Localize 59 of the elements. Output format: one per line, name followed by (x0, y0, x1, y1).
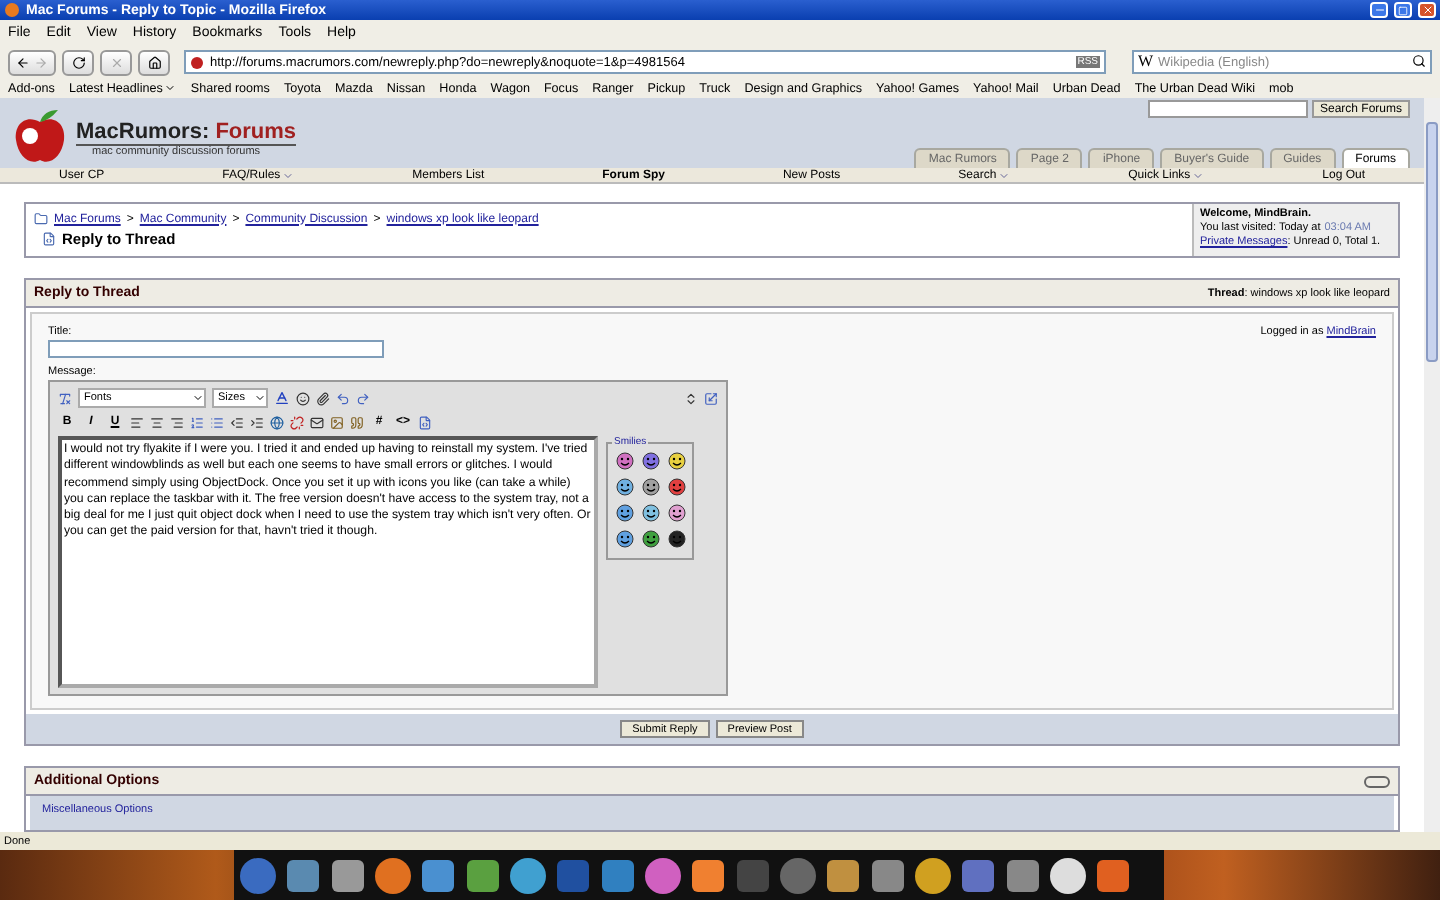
reload-button[interactable] (62, 49, 94, 75)
smiley-icon[interactable] (667, 530, 685, 548)
search-icon[interactable] (1412, 54, 1426, 68)
caret-icon (254, 392, 266, 404)
site-logo-text: MacRumors: Forums (76, 120, 297, 144)
attachment-icon[interactable] (316, 391, 330, 405)
forward-icon (34, 55, 48, 69)
close-icon (1421, 4, 1433, 16)
smiley-icon[interactable] (615, 504, 633, 522)
code-file-icon[interactable] (418, 415, 432, 429)
smiley-icon[interactable] (641, 452, 659, 470)
close-button[interactable] (1418, 2, 1436, 18)
mail-icon[interactable] (310, 415, 324, 429)
smiley-icon[interactable] (615, 452, 633, 470)
smiley-icon[interactable] (667, 478, 685, 496)
globe-icon[interactable] (270, 415, 284, 429)
home-icon (147, 55, 161, 69)
search-engine-logo[interactable]: W (1138, 52, 1154, 70)
back-icon (16, 55, 30, 69)
unlink-icon[interactable] (290, 415, 304, 429)
back-forward-button[interactable] (8, 49, 56, 75)
title-field[interactable] (48, 340, 384, 358)
image-icon[interactable] (330, 415, 344, 429)
undo-icon[interactable] (336, 391, 350, 405)
folder-icon (34, 212, 48, 226)
home-button[interactable] (138, 49, 170, 75)
text-color-icon[interactable] (274, 390, 290, 406)
align-left-icon[interactable] (130, 415, 144, 429)
apple-logo-icon (10, 106, 70, 166)
smiley-icon[interactable] (667, 504, 685, 522)
smiley-icon[interactable] (615, 530, 633, 548)
resize-icon[interactable] (684, 391, 698, 405)
page-icon (42, 232, 56, 246)
numbered-list-icon[interactable] (190, 415, 204, 429)
smiley-menu-icon[interactable] (296, 391, 310, 405)
minimize-button[interactable] (1370, 2, 1388, 18)
reload-icon (71, 55, 85, 69)
indent-icon[interactable] (250, 415, 264, 429)
align-right-icon[interactable] (170, 415, 184, 429)
remove-format-icon[interactable] (58, 391, 72, 405)
align-center-icon[interactable] (150, 415, 164, 429)
caret-icon (192, 392, 204, 404)
scrollbar[interactable] (1424, 98, 1440, 832)
smiley-icon[interactable] (641, 478, 659, 496)
smiley-icon[interactable] (641, 530, 659, 548)
collapse-icon[interactable] (1364, 775, 1390, 787)
forum-search-field[interactable] (1147, 100, 1308, 118)
outdent-icon[interactable] (230, 415, 244, 429)
smiley-icon[interactable] (667, 452, 685, 470)
minimize-icon (1373, 4, 1385, 16)
smiley-icon[interactable] (641, 504, 659, 522)
smiley-icon[interactable] (615, 478, 633, 496)
redo-icon[interactable] (356, 391, 370, 405)
restore-button[interactable] (1394, 2, 1412, 18)
restore-icon (1398, 5, 1408, 15)
stop-icon (109, 55, 123, 69)
quote-icon[interactable] (350, 415, 364, 429)
site-icon (190, 55, 204, 69)
bullet-list-icon[interactable] (210, 415, 224, 429)
